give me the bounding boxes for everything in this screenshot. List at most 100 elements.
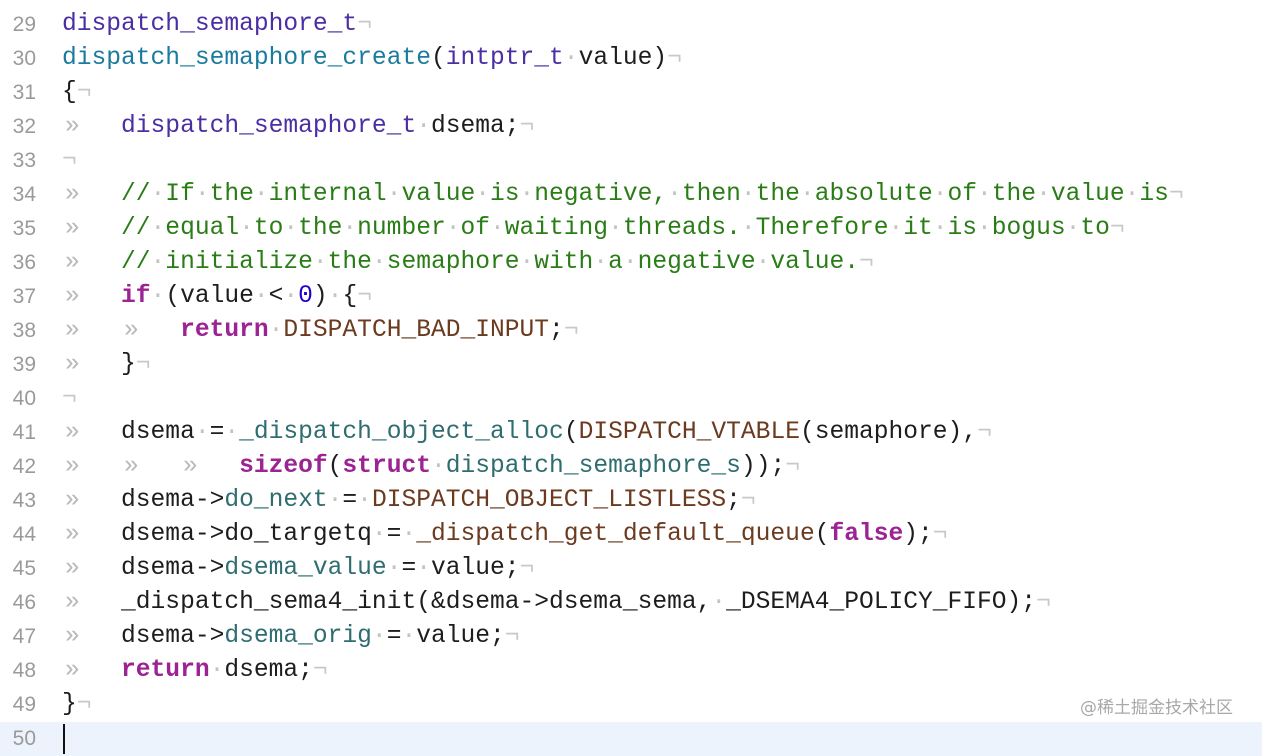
line-content[interactable]: » // If the internal value is negative, t…	[62, 178, 1184, 212]
code-token: ;	[726, 487, 741, 514]
line-content[interactable]: » // initialize the semaphore with a nega…	[62, 246, 874, 280]
end-of-line-marker: ¬	[858, 249, 874, 276]
tab-marker: »	[64, 521, 80, 548]
line-number: 39	[12, 353, 36, 376]
line-content[interactable]: » dsema->dsema_value = value;¬ · ·	[62, 552, 534, 586]
code-line[interactable]: 39 »}¬	[0, 348, 1262, 382]
tab-marker: »	[64, 589, 80, 616]
code-token: false	[829, 521, 904, 548]
line-number: 41	[12, 421, 36, 444]
line-content[interactable]: » dsema->do_targetq = _dispatch_get_defau…	[62, 518, 948, 552]
end-of-line-marker: ¬	[76, 79, 92, 106]
code-line[interactable]: 38»» return DISPATCH_BAD_INPUT;¬ ·	[0, 314, 1262, 348]
line-number: 29	[12, 13, 36, 36]
code-token: 0	[298, 283, 313, 310]
code-line[interactable]: 42 » » » sizeof(struct dispatch_semaphore_s)…	[0, 450, 1262, 484]
code-line[interactable]: 35 » // equal to the number of waiting thr…	[0, 212, 1262, 246]
tab-marker: »	[123, 453, 139, 480]
code-token: dsema_value	[224, 555, 387, 582]
tab-marker: »	[64, 555, 80, 582]
line-number: 44	[12, 523, 36, 546]
code-token: // equal to the number of waiting thread…	[121, 215, 1110, 242]
code-token: return	[121, 657, 210, 684]
tab-marker: »	[64, 351, 80, 378]
code-token: (	[430, 45, 446, 72]
code-line[interactable]: 48 » return dsema;¬ ·	[0, 654, 1262, 688]
end-of-line-marker: ¬	[312, 657, 328, 684]
tab-marker: »	[123, 317, 139, 344]
end-of-line-marker: ¬	[519, 113, 535, 140]
code-line[interactable]: 29 dispatch_semaphore_t¬	[0, 8, 1262, 42]
tab-marker: »	[64, 113, 80, 140]
code-token: (	[563, 419, 579, 446]
code-token: (	[814, 521, 830, 548]
code-token: }	[62, 691, 77, 718]
line-content[interactable]: }¬	[62, 688, 92, 722]
end-of-line-marker: ¬	[62, 147, 77, 174]
line-content[interactable]: » » » sizeof(struct dispatch_semaphore_s));…	[62, 450, 800, 484]
line-content[interactable]: dispatch_semaphore_create(intptr_t value…	[62, 42, 682, 76]
line-content[interactable]: »» return DISPATCH_BAD_INPUT;¬ ·	[62, 314, 579, 348]
line-content[interactable]: » dispatch_semaphore_t dsema;¬ ·	[62, 110, 534, 144]
line-number: 32	[12, 115, 36, 138]
code-line[interactable]: 34 » // If the internal value is negative,…	[0, 178, 1262, 212]
end-of-line-marker: ¬	[785, 453, 800, 480]
line-content[interactable]: » dsema = _dispatch_object_alloc(DISPATCH…	[62, 416, 992, 450]
code-token: (semaphore),	[799, 419, 978, 446]
code-line[interactable]: 45 » dsema->dsema_value = value;¬ · ·	[0, 552, 1262, 586]
code-line[interactable]: 32 » dispatch_semaphore_t dsema;¬ ·	[0, 110, 1262, 144]
code-line[interactable]: 50	[0, 722, 1262, 756]
code-token: dsema->	[121, 623, 225, 650]
code-line[interactable]: 30 dispatch_semaphore_create(intptr_t val…	[0, 42, 1262, 76]
code-token: intptr_t	[445, 45, 564, 72]
code-line[interactable]: 36 » // initialize the semaphore with a ne…	[0, 246, 1262, 280]
line-number: 35	[12, 217, 36, 240]
tab-marker: »	[64, 249, 80, 276]
code-token: (	[327, 453, 343, 480]
code-line[interactable]: 44 » dsema->do_targetq = _dispatch_get_def…	[0, 518, 1262, 552]
code-line[interactable]: 37» if (value < 0) {¬ · · · ·	[0, 280, 1262, 314]
line-content[interactable]: » dsema->dsema_orig = value;¬ · ·	[62, 620, 520, 654]
code-token: _dispatch_object_alloc	[239, 419, 564, 446]
code-line[interactable]: 41 » dsema = _dispatch_object_alloc(DISPAT…	[0, 416, 1262, 450]
code-line[interactable]: 47» dsema->dsema_orig = value;¬ · ·	[0, 620, 1262, 654]
code-editor[interactable]: 29 dispatch_semaphore_t¬ 30 dispatch_semaph…	[0, 8, 1262, 756]
code-token: dsema =	[121, 419, 240, 446]
line-number: 38	[12, 319, 36, 342]
code-line[interactable]: 31 {¬	[0, 76, 1262, 110]
line-content[interactable]: ¬	[62, 382, 77, 416]
code-token: dispatch_semaphore_t	[62, 11, 358, 38]
code-line[interactable]: 40 ¬	[0, 382, 1262, 416]
line-content[interactable]: » // equal to the number of waiting threa…	[62, 212, 1125, 246]
line-content[interactable]: » _dispatch_sema4_init(&dsema->dsema_sema…	[62, 586, 1051, 620]
code-token: =	[327, 487, 372, 514]
line-content[interactable]: » return dsema;¬ ·	[62, 654, 328, 688]
line-content[interactable]: »}¬	[62, 348, 151, 382]
code-line[interactable]: 43 » dsema->do_next = DISPATCH_OBJECT_LIST…	[0, 484, 1262, 518]
end-of-line-marker: ¬	[519, 555, 535, 582]
tab-marker: »	[64, 283, 80, 310]
line-number: 45	[12, 557, 36, 580]
code-token: dsema_orig	[224, 623, 372, 650]
code-token: ) {	[312, 283, 358, 310]
end-of-line-marker: ¬	[76, 691, 92, 718]
code-token: _dispatch_sema4_init(&dsema->dsema_sema,…	[121, 589, 1037, 616]
code-line[interactable]: 49}¬	[0, 688, 1262, 722]
line-content[interactable]: » if (value < 0) {¬ · · · ·	[62, 280, 372, 314]
code-token: DISPATCH_VTABLE	[578, 419, 800, 446]
end-of-line-marker: ¬	[357, 283, 372, 310]
end-of-line-marker: ¬	[977, 419, 992, 446]
tab-marker: »	[64, 317, 80, 344]
tab-marker: »	[64, 215, 80, 242]
end-of-line-marker: ¬	[62, 385, 77, 412]
line-number: 40	[12, 387, 36, 410]
line-number: 46	[12, 591, 36, 614]
code-line[interactable]: 46 » _dispatch_sema4_init(&dsema->dsema_se…	[0, 586, 1262, 620]
code-line[interactable]: 33 ¬	[0, 144, 1262, 178]
line-content[interactable]: dispatch_semaphore_t¬	[62, 8, 372, 42]
line-content[interactable]: » dsema->do_next = DISPATCH_OBJECT_LISTLE…	[62, 484, 756, 518]
line-content[interactable]: ¬	[62, 144, 77, 178]
line-number: 48	[12, 659, 36, 682]
line-content[interactable]: {¬	[62, 76, 92, 110]
